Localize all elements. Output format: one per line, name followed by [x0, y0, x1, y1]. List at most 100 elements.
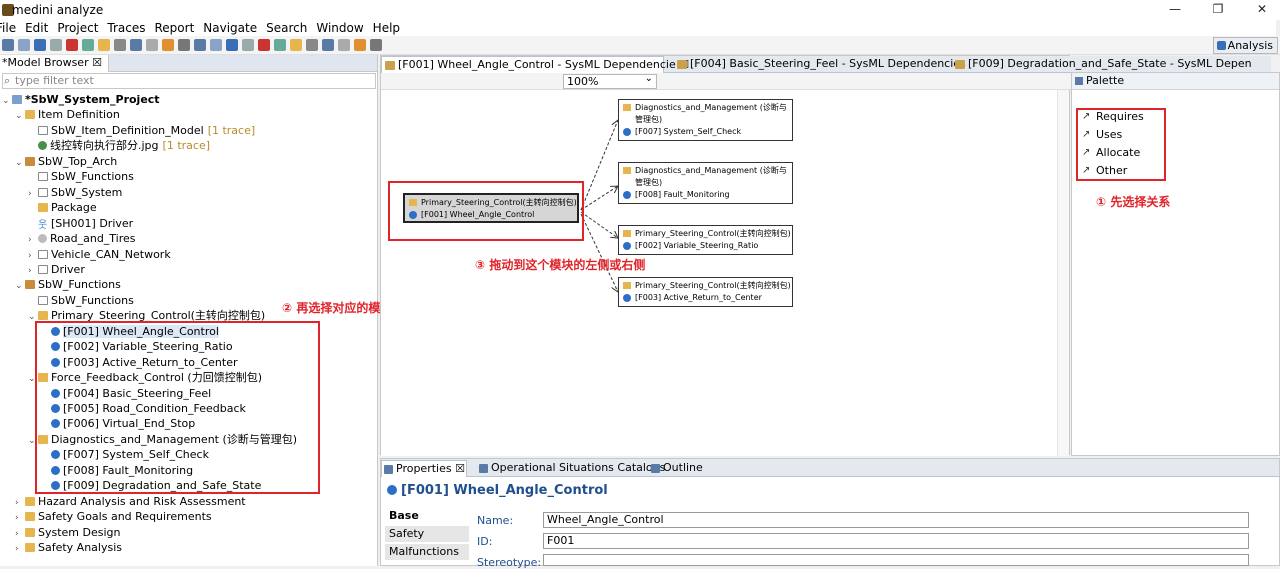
tree-item-steering-image[interactable]: 线控转向执行部分.jpg [1 trace]: [28, 138, 210, 153]
section-malfunctions[interactable]: Malfunctions: [385, 544, 469, 561]
tree-item-item-definition-model[interactable]: SbW_Item_Definition_Model [1 trace]: [28, 123, 255, 138]
menu-edit[interactable]: Edit: [25, 20, 48, 36]
id-label: ID:: [477, 535, 493, 548]
menu-navigate[interactable]: Navigate: [203, 20, 257, 36]
menu-search[interactable]: Search: [266, 20, 307, 36]
stereotype-label: Stereotype:: [477, 556, 542, 569]
zoom-select[interactable]: 100%: [563, 72, 657, 89]
tree-item-vehicle-can-network[interactable]: › Vehicle_CAN_Network: [28, 247, 171, 262]
toolbar-icon[interactable]: [354, 39, 366, 51]
tab-f004-dependencies[interactable]: [F004] Basic_Steering_Feel - SysML Depen…: [674, 56, 966, 73]
folder-icon: [25, 496, 35, 506]
tree-item-hazard-analysis[interactable]: › Hazard Analysis and Risk Assessment: [15, 494, 246, 509]
diagram-vertical-scrollbar[interactable]: [1057, 90, 1069, 456]
menu-help[interactable]: Help: [373, 20, 400, 36]
tree-item-sbw-system-project[interactable]: ⌄ *SbW_System_Project: [2, 92, 160, 107]
tree-item-safety-goals[interactable]: › Safety Goals and Requirements: [15, 509, 212, 524]
toolbar-icon[interactable]: [162, 39, 174, 51]
toolbar-icon[interactable]: [178, 39, 190, 51]
doc-icon: [38, 172, 48, 182]
expand-toggle-icon[interactable]: ›: [15, 542, 25, 557]
toolbar-icon[interactable]: [50, 39, 62, 51]
tab-operational-situations[interactable]: Operational Situations Catalogs: [477, 460, 665, 477]
diagram-canvas[interactable]: Primary_Steering_Control(主转向控制包) [F001] …: [381, 90, 1057, 456]
tree-item-sbw-functions-model[interactable]: SbW_Functions: [28, 293, 134, 308]
toolbar-icon[interactable]: [338, 39, 350, 51]
tree-item-system-design[interactable]: › System Design: [15, 525, 121, 540]
toolbar-icon[interactable]: [194, 39, 206, 51]
node-pkg-label-2: 管理包): [635, 115, 663, 124]
toolbar-icon[interactable]: [370, 39, 382, 51]
expand-toggle-icon[interactable]: ⌄: [2, 94, 12, 109]
diagram-toolbar: 100%: [381, 72, 1071, 90]
toolbar-icon[interactable]: [274, 39, 286, 51]
node-func-label: [F002] Variable_Steering_Ratio: [623, 240, 788, 252]
tree-item-label: Road_and_Tires: [50, 232, 136, 246]
tree-item-label: SbW_Functions: [38, 278, 121, 292]
toolbar-icon[interactable]: [146, 39, 158, 51]
name-field[interactable]: Wheel_Angle_Control: [543, 512, 1249, 528]
annotation-step-1: ① 先选择关系: [1096, 195, 1171, 209]
tree-item-sbw-functions-doc[interactable]: SbW_Functions: [28, 169, 134, 184]
toolbar-icon[interactable]: [114, 39, 126, 51]
tree-item-item-definition[interactable]: ⌄ Item Definition: [15, 107, 120, 122]
window-title: medini analyze: [12, 3, 104, 17]
tree-item-sbw-functions[interactable]: ⌄ SbW_Functions: [15, 277, 121, 292]
toolbar-icon[interactable]: [290, 39, 302, 51]
trace-count: [1 trace]: [207, 123, 256, 137]
doc-icon: [38, 125, 48, 135]
toolbar-icon[interactable]: [2, 39, 14, 51]
section-base[interactable]: Base: [385, 508, 469, 525]
toolbar-icon[interactable]: [242, 39, 254, 51]
menu-report[interactable]: Report: [155, 20, 195, 36]
close-button[interactable]: ✕: [1247, 2, 1277, 18]
toolbar-icon[interactable]: [18, 39, 30, 51]
restore-button[interactable]: ❐: [1203, 2, 1233, 18]
menu-file[interactable]: File: [0, 20, 16, 36]
tree-item-label: Driver: [51, 262, 85, 276]
tree-item-sbw-system[interactable]: › SbW_System: [28, 185, 122, 200]
model-browser-tab[interactable]: *Model Browser ☒: [0, 55, 109, 72]
filter-input[interactable]: type filter text: [2, 73, 376, 89]
tab-f009-dependencies[interactable]: [F009] Degradation_and_Safe_State - SysM…: [952, 56, 1252, 73]
id-field[interactable]: F001: [543, 533, 1249, 549]
annotation-step-2: ② 再选择对应的模块: [282, 301, 393, 315]
toolbar-icon[interactable]: [130, 39, 142, 51]
tab-f001-dependencies[interactable]: [F001] Wheel_Angle_Control - SysML Depen…: [381, 56, 689, 73]
toolbar-icon[interactable]: [322, 39, 334, 51]
expand-toggle-icon[interactable]: ⌄: [15, 279, 25, 294]
toolbar-icon[interactable]: [66, 39, 78, 51]
node-f007[interactable]: Diagnostics_and_Management (诊断与 管理包) [F0…: [618, 99, 793, 141]
node-f003[interactable]: Primary_Steering_Control(主转向控制包) [F003] …: [618, 277, 793, 307]
menu-traces[interactable]: Traces: [107, 20, 145, 36]
toolbar-icon[interactable]: [226, 39, 238, 51]
tree-item-label: System Design: [38, 525, 121, 539]
stereotype-field[interactable]: [543, 554, 1249, 566]
tab-properties[interactable]: Properties ☒: [381, 460, 467, 477]
toolbar-icon[interactable]: [258, 39, 270, 51]
tree-item-sh001-driver[interactable]: 웃 [SH001] Driver: [28, 216, 133, 231]
minimize-button[interactable]: —: [1160, 2, 1190, 18]
toolbar-icon[interactable]: [306, 39, 318, 51]
expand-toggle-icon[interactable]: ⌄: [15, 156, 25, 171]
tree-item-package[interactable]: Package: [28, 200, 97, 215]
toolbar-icon[interactable]: [34, 39, 46, 51]
node-f008[interactable]: Diagnostics_and_Management (诊断与 管理包) [F0…: [618, 162, 793, 204]
menu-project[interactable]: Project: [57, 20, 98, 36]
tree-item-safety-analysis[interactable]: › Safety Analysis: [15, 540, 122, 555]
model-browser-tabbar: *Model Browser ☒: [0, 55, 377, 72]
toolbar-icon[interactable]: [98, 39, 110, 51]
tab-outline[interactable]: Outline: [649, 460, 705, 477]
tree-item-driver[interactable]: › Driver: [28, 262, 85, 277]
expand-toggle-icon[interactable]: ⌄: [15, 109, 25, 124]
img-icon: [38, 141, 47, 151]
menu-window[interactable]: Window: [316, 20, 363, 36]
tree-item-label: Hazard Analysis and Risk Assessment: [38, 494, 246, 508]
section-safety[interactable]: Safety: [385, 526, 469, 543]
tree-item-sbw-top-arch[interactable]: ⌄ SbW_Top_Arch: [15, 154, 117, 169]
analysis-perspective-button[interactable]: Analysis: [1212, 37, 1278, 54]
tree-item-road-and-tires[interactable]: › Road_and_Tires: [28, 231, 136, 246]
toolbar-icon[interactable]: [210, 39, 222, 51]
toolbar-icon[interactable]: [82, 39, 94, 51]
node-f002[interactable]: Primary_Steering_Control(主转向控制包) [F002] …: [618, 225, 793, 255]
